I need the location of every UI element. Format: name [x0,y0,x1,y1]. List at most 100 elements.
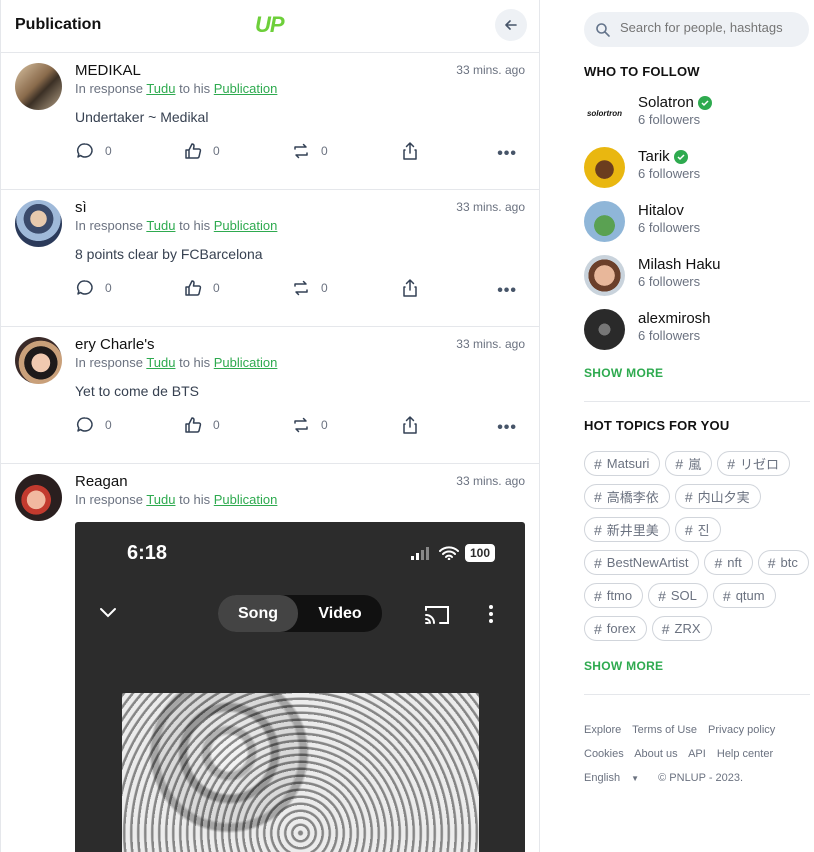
share-button[interactable] [400,415,420,435]
topic-tag[interactable]: # btc [757,550,809,575]
footer-link-cookies[interactable]: Cookies [584,748,624,760]
repost-button[interactable]: 0 [291,278,328,298]
footer-link-terms[interactable]: Terms of Use [632,724,697,736]
avatar[interactable]: solortron [584,93,625,134]
more-options-button[interactable]: ••• [497,282,517,300]
like-button[interactable]: 0 [183,141,220,161]
like-count: 0 [213,418,220,432]
footer-link-help[interactable]: Help center [717,748,773,760]
main-feed: Publication UP MEDIKAL 33 mins. ago In r… [0,0,540,852]
follow-item[interactable]: Milash Haku 6 followers [584,255,810,301]
follow-name-text: Milash Haku [638,256,721,273]
follow-name: Tarik [638,148,688,165]
topic-label: BestNewArtist [606,555,689,570]
repost-button[interactable]: 0 [291,415,328,435]
more-options-button[interactable]: ••• [497,419,517,437]
topic-tag[interactable]: # 嵐 [665,451,713,476]
post-author[interactable]: Reagan [75,473,128,490]
resp-publication-link[interactable]: Publication [214,355,278,370]
resp-user-link[interactable]: Tudu [146,218,175,233]
comment-count: 0 [105,281,112,295]
resp-publication-link[interactable]: Publication [214,218,278,233]
topic-tag[interactable]: # 高橋李依 [584,484,670,509]
footer-link-explore[interactable]: Explore [584,724,621,736]
comment-button[interactable]: 0 [75,141,112,161]
avatar[interactable] [584,255,625,296]
post-response-line: In response Tudu to his Publication [75,355,277,370]
topic-tag[interactable]: # qtum [712,583,776,608]
follow-name-text: Solatron [638,94,694,111]
caret-down-icon: ▼ [631,774,640,783]
follow-name: Milash Haku [638,256,721,273]
resp-user-link[interactable]: Tudu [146,492,175,507]
avatar[interactable] [15,337,62,384]
topic-tag[interactable]: # SOL [648,583,708,608]
share-button[interactable] [400,278,420,298]
tab-video: Video [318,604,362,622]
back-button[interactable] [495,9,527,41]
avatar[interactable] [15,63,62,110]
topic-tag[interactable]: # nft [704,550,753,575]
comment-button[interactable]: 0 [75,415,112,435]
avatar[interactable] [584,309,625,350]
resp-prefix: In response [75,81,147,96]
topic-label: Matsuri [606,456,650,471]
search-bar[interactable] [584,12,809,47]
post-author[interactable]: sì [75,199,87,216]
post-media-image[interactable]: 6:18 100 Song Video [75,522,525,852]
follow-item[interactable]: Hitalov 6 followers [584,201,810,247]
follower-count: 6 followers [638,112,701,127]
app-logo[interactable]: UP [255,12,285,38]
show-more-follow-link[interactable]: SHOW MORE [584,366,663,380]
footer-link-api[interactable]: API [688,748,706,760]
like-button[interactable]: 0 [183,415,220,435]
language-selector[interactable]: English ▼ [584,772,647,784]
topic-tag[interactable]: # ZRX [651,616,712,641]
phone-clock: 6:18 [127,542,168,564]
avatar[interactable] [584,201,625,242]
follow-item[interactable]: solortron Solatron 6 followers [584,93,810,139]
post-text: 8 points clear by FCBarcelona [75,246,263,262]
repost-icon [294,143,308,159]
footer-link-privacy[interactable]: Privacy policy [708,724,775,736]
solatron-logo: solortron [586,109,623,118]
follower-count: 6 followers [638,274,701,289]
thumbs-up-icon [185,280,202,296]
topic-tag[interactable]: # BestNewArtist [584,550,700,575]
comment-button[interactable]: 0 [75,278,112,298]
topic-label: btc [780,555,798,570]
like-button[interactable]: 0 [183,278,220,298]
more-options-button[interactable]: ••• [497,145,517,163]
topic-tag[interactable]: # Matsuri [584,451,661,476]
resp-user-link[interactable]: Tudu [146,81,175,96]
avatar[interactable] [15,200,62,247]
post-response-line: In response Tudu to his Publication [75,81,277,96]
repost-icon [294,417,308,433]
resp-user-link[interactable]: Tudu [146,355,175,370]
avatar[interactable] [15,474,62,521]
follow-item[interactable]: alexmirosh 6 followers [584,309,810,355]
hashtag-icon: # [684,488,693,505]
search-icon [596,23,610,37]
copyright: © PNLUP - 2023. [658,772,744,784]
avatar[interactable] [584,147,625,188]
footer-link-about[interactable]: About us [634,748,677,760]
resp-publication-link[interactable]: Publication [214,81,278,96]
follower-count: 6 followers [638,220,701,235]
share-button[interactable] [400,141,420,161]
follow-item[interactable]: Tarik 6 followers [584,147,810,193]
post-author[interactable]: MEDIKAL [75,62,141,79]
hashtag-icon: # [722,587,731,604]
tab-song: Song [218,595,298,632]
post-author[interactable]: ery Charle's [75,336,155,353]
search-input[interactable] [620,20,800,35]
resp-publication-link[interactable]: Publication [214,492,278,507]
topic-tag[interactable]: # リゼロ [717,451,791,476]
topic-tag[interactable]: # 内山夕実 [674,484,761,509]
show-more-topics-link[interactable]: SHOW MORE [584,659,663,673]
topic-tag[interactable]: # 新井里美 [584,517,670,542]
topic-tag[interactable]: # forex [584,616,647,641]
topic-tag[interactable]: # ftmo [584,583,644,608]
repost-button[interactable]: 0 [291,141,328,161]
topic-tag[interactable]: # 진 [674,517,721,542]
